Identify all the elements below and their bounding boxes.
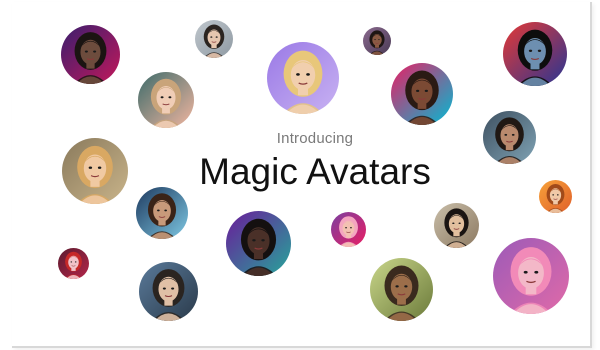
avatar-bubble — [195, 20, 233, 58]
avatar-bubble — [61, 25, 120, 84]
portrait-icon — [138, 72, 194, 128]
avatar-bubble — [267, 42, 339, 114]
portrait-icon — [58, 248, 89, 279]
avatar-bubble — [363, 27, 391, 55]
avatar-bubble — [370, 258, 433, 321]
avatar-bubble — [493, 238, 569, 314]
headline: Introducing Magic Avatars — [150, 130, 480, 194]
avatar-bubble — [331, 212, 366, 247]
portrait-icon — [61, 25, 120, 84]
avatar-bubble — [539, 180, 572, 213]
promo-banner: Introducing Magic Avatars — [0, 0, 600, 350]
avatar-bubble — [138, 72, 194, 128]
portrait-icon — [493, 238, 569, 314]
portrait-icon — [483, 111, 536, 164]
avatar-bubble — [483, 111, 536, 164]
portrait-icon — [503, 22, 567, 86]
intro-text: Introducing — [276, 130, 354, 147]
portrait-icon — [434, 203, 479, 248]
portrait-icon — [139, 262, 198, 321]
portrait-icon — [539, 180, 572, 213]
portrait-icon — [391, 63, 453, 125]
avatar-bubble — [434, 203, 479, 248]
portrait-icon — [136, 187, 188, 239]
portrait-icon — [62, 138, 128, 204]
title-text: Magic Avatars — [199, 151, 431, 192]
avatar-bubble — [139, 262, 198, 321]
avatar-bubble — [58, 248, 89, 279]
portrait-icon — [370, 258, 433, 321]
portrait-icon — [331, 212, 366, 247]
avatar-bubble — [503, 22, 567, 86]
portrait-icon — [195, 20, 233, 58]
portrait-icon — [363, 27, 391, 55]
avatar-bubble — [136, 187, 188, 239]
portrait-icon — [226, 211, 291, 276]
avatar-bubble — [226, 211, 291, 276]
avatar-bubble — [62, 138, 128, 204]
portrait-icon — [267, 42, 339, 114]
avatar-bubble — [391, 63, 453, 125]
